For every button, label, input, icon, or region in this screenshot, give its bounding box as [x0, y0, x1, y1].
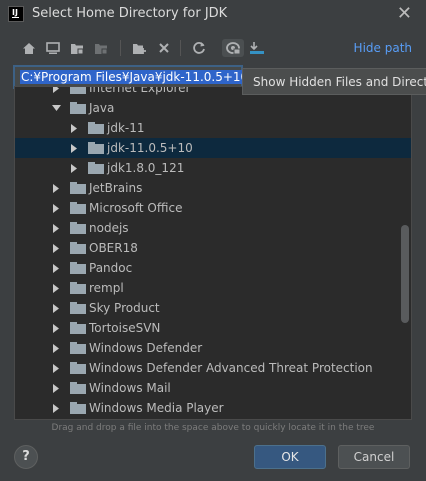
- chevron-right-icon[interactable]: [69, 123, 79, 133]
- chevron-right-icon[interactable]: [51, 323, 61, 333]
- path-input-value: C:¥Program Files¥Java¥jdk-11.0.5+10: [20, 70, 250, 84]
- chevron-right-icon[interactable]: [51, 283, 61, 293]
- path-input[interactable]: C:¥Program Files¥Java¥jdk-11.0.5+10: [14, 66, 250, 88]
- folder-icon: [70, 382, 86, 394]
- folder-icon: [70, 102, 86, 114]
- chevron-right-icon[interactable]: [51, 223, 61, 233]
- tree-row[interactable]: Windows Mail: [15, 378, 403, 398]
- folder-icon: [88, 142, 104, 154]
- title-bar: IJ Select Home Directory for JDK ✕: [0, 0, 426, 28]
- tree-row[interactable]: Windows Defender Advanced Threat Protect…: [15, 358, 403, 378]
- chevron-right-icon[interactable]: [51, 203, 61, 213]
- intellij-app-icon: IJ: [8, 6, 24, 22]
- chevron-right-icon[interactable]: [51, 343, 61, 353]
- chevron-down-icon[interactable]: [51, 103, 61, 113]
- file-chooser-toolbar: Hide path: [0, 36, 426, 60]
- folder-icon: [70, 402, 86, 414]
- help-button[interactable]: ?: [14, 445, 38, 469]
- show-hidden-tooltip: Show Hidden Files and Directories: [242, 68, 426, 95]
- tree-row-label: Microsoft Office: [89, 201, 183, 215]
- folder-icon: [88, 122, 104, 134]
- tree-row-label: OBER18: [89, 241, 138, 255]
- chevron-right-icon[interactable]: [51, 263, 61, 273]
- chevron-right-icon[interactable]: [51, 383, 61, 393]
- tree-row-label: Windows Media Player: [89, 401, 224, 415]
- toolbar-separator: [120, 40, 121, 56]
- toolbar-separator: [180, 40, 181, 56]
- tree-row-label: jdk1.8.0_121: [107, 161, 185, 175]
- desktop-icon[interactable]: [44, 39, 62, 57]
- tree-row-label: Windows Defender: [89, 341, 203, 355]
- folder-icon: [70, 342, 86, 354]
- chevron-right-icon[interactable]: [51, 87, 61, 93]
- home-icon[interactable]: [20, 39, 38, 57]
- tree-row[interactable]: jdk-11.0.5+10: [15, 138, 411, 158]
- chevron-right-icon[interactable]: [69, 163, 79, 173]
- tree-row-label: nodejs: [89, 221, 129, 235]
- folder-icon: [70, 262, 86, 274]
- tree-row[interactable]: Windows Defender: [15, 338, 403, 358]
- tree-row[interactable]: Windows Media Player: [15, 398, 403, 418]
- chevron-right-icon[interactable]: [69, 143, 79, 153]
- close-icon[interactable]: ✕: [397, 3, 412, 24]
- folder-icon: [70, 222, 86, 234]
- tree-row-label: Pandoc: [89, 261, 133, 275]
- folder-icon: [70, 362, 86, 374]
- tree-row-label: rempl: [89, 281, 124, 295]
- window-title: Select Home Directory for JDK: [32, 6, 228, 21]
- tree-row-label: jdk-11: [107, 121, 145, 135]
- ok-button[interactable]: OK: [254, 445, 326, 469]
- hide-path-link[interactable]: Hide path: [354, 41, 412, 55]
- tree-row[interactable]: JetBrains: [15, 178, 403, 198]
- folder-icon: [70, 282, 86, 294]
- tree-row-label: JetBrains: [89, 181, 143, 195]
- folder-icon: [70, 202, 86, 214]
- chevron-right-icon[interactable]: [51, 183, 61, 193]
- directory-tree[interactable]: Internet Explorer Java jdk-11 jdk-11.0.5+10…: [14, 86, 412, 420]
- delete-icon[interactable]: [155, 39, 173, 57]
- project-folder-icon[interactable]: [68, 39, 86, 57]
- tree-row[interactable]: nodejs: [15, 218, 403, 238]
- drop-icon[interactable]: [248, 39, 266, 57]
- tree-row-label: Java: [89, 101, 115, 115]
- chevron-right-icon[interactable]: [51, 403, 61, 413]
- tree-row[interactable]: rempl: [15, 278, 403, 298]
- tree-row[interactable]: jdk-11: [15, 118, 403, 138]
- folder-icon: [70, 182, 86, 194]
- new-folder-icon[interactable]: [130, 39, 148, 57]
- tree-row[interactable]: jdk1.8.0_121: [15, 158, 403, 178]
- folder-icon: [70, 322, 86, 334]
- tree-row[interactable]: Java: [15, 98, 403, 118]
- cancel-button[interactable]: Cancel: [338, 445, 410, 469]
- chevron-right-icon[interactable]: [51, 303, 61, 313]
- tree-row-label: TortoiseSVN: [89, 321, 161, 335]
- tree-row-label: Windows Mail: [89, 381, 171, 395]
- show-hidden-icon[interactable]: [222, 39, 244, 57]
- tree-row[interactable]: Sky Product: [15, 298, 403, 318]
- tree-row-label: Internet Explorer: [89, 86, 191, 95]
- tree-row-label: Windows Defender Advanced Threat Protect…: [89, 361, 373, 375]
- module-folder-icon[interactable]: [92, 39, 110, 57]
- chevron-right-icon[interactable]: [51, 243, 61, 253]
- folder-icon: [70, 87, 86, 94]
- chevron-right-icon[interactable]: [51, 363, 61, 373]
- tree-row[interactable]: OBER18: [15, 238, 403, 258]
- tree-row-label: jdk-11.0.5+10: [107, 141, 193, 155]
- tree-row[interactable]: Microsoft Office: [15, 198, 403, 218]
- tree-row-label: Sky Product: [89, 301, 160, 315]
- tree-row[interactable]: Pandoc: [15, 258, 403, 278]
- folder-icon: [70, 242, 86, 254]
- folder-icon: [70, 302, 86, 314]
- refresh-icon[interactable]: [190, 39, 208, 57]
- drag-drop-hint: Drag and drop a file into the space abov…: [51, 423, 375, 433]
- tree-row[interactable]: TortoiseSVN: [15, 318, 403, 338]
- folder-icon: [88, 162, 104, 174]
